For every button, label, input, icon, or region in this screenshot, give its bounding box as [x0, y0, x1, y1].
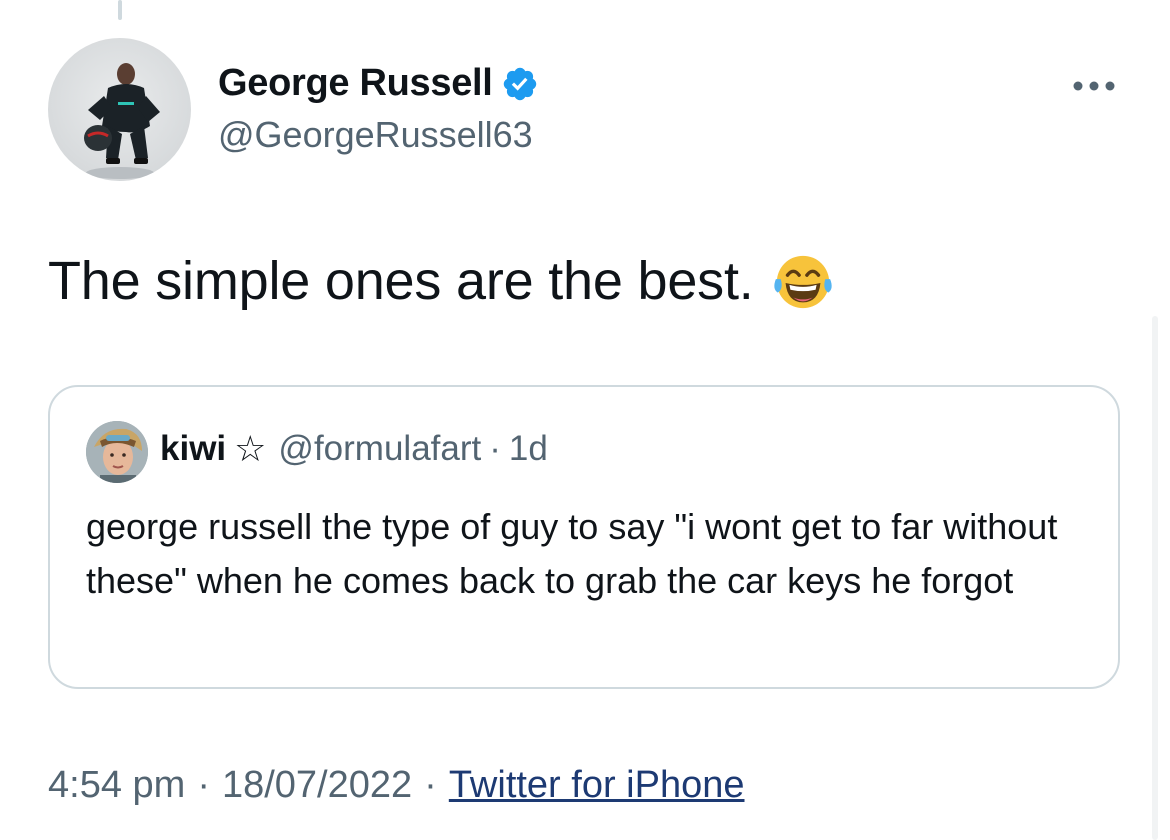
meta-separator: · [197, 764, 210, 806]
tweet-source-link[interactable]: Twitter for iPhone [449, 764, 745, 807]
tweet-date[interactable]: 18/07/2022 [222, 764, 412, 807]
face-with-tears-of-joy-icon [773, 255, 832, 309]
quoted-handle[interactable]: @formulafart [278, 429, 481, 469]
tweet-body: The simple ones are the best. [48, 250, 834, 312]
meta-separator: · [424, 764, 437, 806]
quoted-display-name[interactable]: kiwi [160, 429, 226, 469]
quoted-author-avatar[interactable] [86, 421, 148, 483]
quoted-tweet-text: george russell the type of guy to say "i… [86, 506, 1058, 601]
quoted-tweet-card[interactable]: kiwi ☆ @formulafart · 1d george russell … [48, 385, 1120, 689]
author-display-name[interactable]: George Russell [218, 62, 493, 105]
author-handle[interactable]: @GeorgeRussell63 [218, 114, 533, 156]
thread-connector-line [118, 0, 122, 20]
tweet-text: The simple ones are the best. [48, 251, 754, 311]
more-options-icon[interactable] [1068, 66, 1120, 106]
verified-badge-icon [503, 67, 536, 100]
quoted-tweet-header: kiwi ☆ @formulafart · 1d [160, 429, 548, 469]
tweet-metadata: 4:54 pm · 18/07/2022 · Twitter for iPhon… [48, 764, 745, 807]
author-avatar[interactable] [48, 38, 191, 181]
star-outline-icon: ☆ [234, 428, 267, 469]
quoted-age[interactable]: 1d [509, 429, 548, 469]
scrollbar-track[interactable] [1152, 316, 1158, 840]
avatar-photo [84, 63, 160, 179]
quoted-avatar-photo [86, 421, 148, 483]
tweet-time[interactable]: 4:54 pm [48, 764, 185, 807]
quoted-separator: · [489, 429, 501, 468]
author-name-row[interactable]: George Russell [218, 62, 539, 105]
